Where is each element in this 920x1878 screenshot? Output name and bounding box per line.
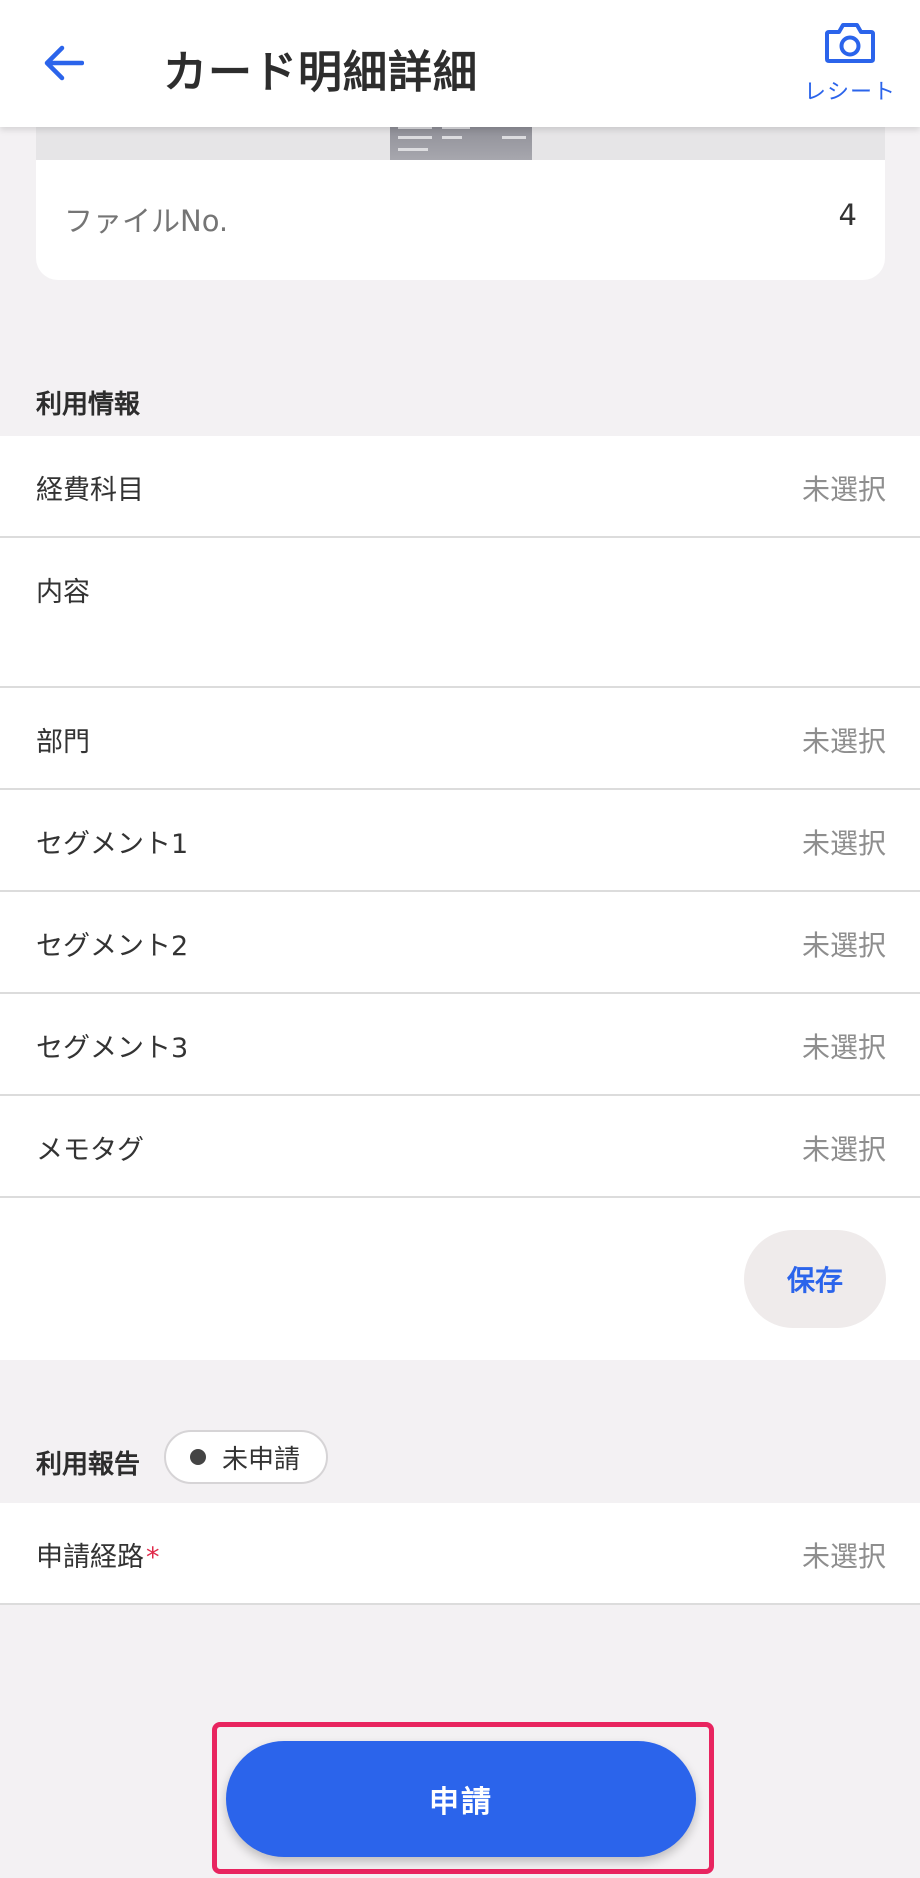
- status-badge: 未申請: [164, 1430, 329, 1484]
- status-text: 未申請: [222, 1444, 301, 1475]
- field-segment-1[interactable]: セグメント1 未選択: [0, 790, 920, 892]
- required-mark: *: [146, 1542, 160, 1573]
- field-memo-tag[interactable]: メモタグ 未選択: [0, 1096, 920, 1198]
- approval-route-label: 申請経路: [36, 1542, 144, 1573]
- field-expense-account[interactable]: 経費科目 未選択: [0, 436, 920, 538]
- page-title: カード明細詳細: [163, 47, 478, 98]
- field-label: 内容: [36, 577, 90, 608]
- field-value: 未選択: [801, 1540, 886, 1573]
- save-button[interactable]: 保存: [744, 1230, 886, 1328]
- field-content[interactable]: 内容: [0, 538, 920, 688]
- file-number-label: ファイルNo.: [64, 204, 229, 238]
- save-area: 保存: [0, 1198, 920, 1360]
- receipt-button[interactable]: レシート: [798, 20, 902, 112]
- receipt-file-card: ファイルNo. 4: [36, 100, 885, 280]
- field-department[interactable]: 部門 未選択: [0, 688, 920, 790]
- field-label: セグメント3: [36, 1033, 189, 1064]
- field-value: 未選択: [801, 1133, 886, 1166]
- field-value: 未選択: [801, 725, 886, 758]
- usage-report-heading: 利用報告: [36, 1450, 141, 1480]
- field-segment-2[interactable]: セグメント2 未選択: [0, 892, 920, 994]
- arrow-left-icon: [42, 44, 85, 86]
- field-label: 経費科目: [36, 475, 144, 506]
- file-number-row: ファイルNo. 4: [36, 160, 885, 280]
- field-value: 未選択: [801, 1031, 886, 1064]
- field-segment-3[interactable]: セグメント3 未選択: [0, 994, 920, 1096]
- usage-info-heading: 利用情報: [36, 390, 141, 420]
- field-approval-route[interactable]: 申請経路* 未選択: [0, 1503, 920, 1605]
- field-label: セグメント2: [36, 931, 189, 962]
- back-button[interactable]: [28, 30, 98, 100]
- camera-icon: [824, 20, 876, 68]
- field-label: 申請経路*: [36, 1535, 160, 1574]
- field-label: 部門: [36, 727, 90, 758]
- usage-report-fields: 申請経路* 未選択: [0, 1503, 920, 1605]
- field-value: 未選択: [801, 929, 886, 962]
- field-label: メモタグ: [36, 1135, 144, 1166]
- app-header: カード明細詳細 レシート: [0, 0, 920, 127]
- field-value: 未選択: [801, 827, 886, 860]
- receipt-label: レシート: [803, 80, 896, 105]
- field-label: セグメント1: [36, 829, 189, 860]
- status-dot-icon: [190, 1449, 206, 1465]
- usage-info-fields: 経費科目 未選択 内容 部門 未選択 セグメント1 未選択 セグメント2 未選択…: [0, 436, 920, 1360]
- field-value: 未選択: [801, 473, 886, 506]
- apply-button[interactable]: 申請: [226, 1741, 696, 1857]
- file-number-value: 4: [838, 198, 857, 232]
